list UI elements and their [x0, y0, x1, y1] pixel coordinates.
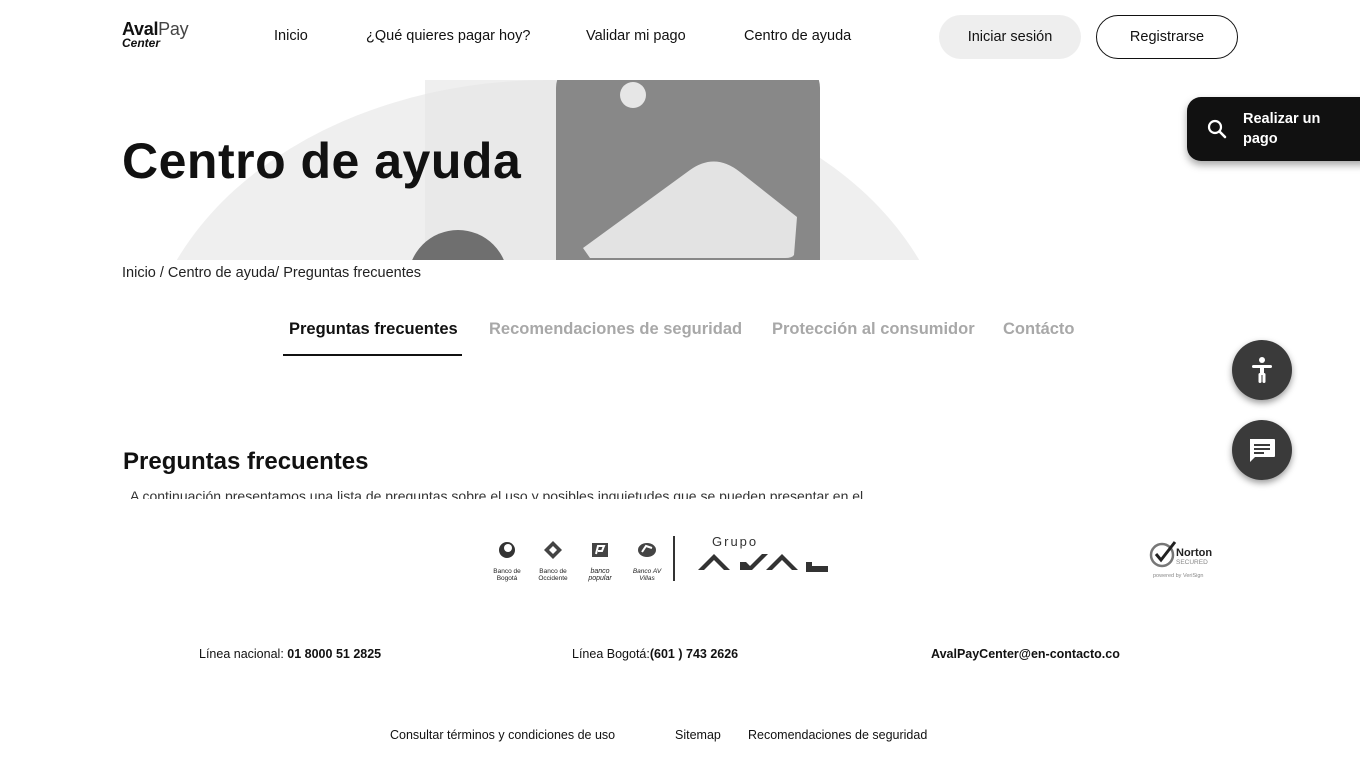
avalpay-logo[interactable]: AvalPay Center	[122, 19, 198, 52]
nav-centro-ayuda[interactable]: Centro de ayuda	[744, 28, 851, 44]
norton-secured-badge: Norton SECURED powered by VeriSign	[1149, 541, 1212, 579]
section-title: Preguntas frecuentes	[123, 448, 369, 475]
contact-national-label: Línea nacional:	[199, 647, 284, 661]
make-payment-button[interactable]: Realizar un pago	[1187, 97, 1360, 161]
accessibility-button[interactable]	[1232, 340, 1292, 400]
logo-pay: Pay	[158, 19, 189, 39]
tab-contacto[interactable]: Contácto	[1003, 320, 1075, 339]
tab-preguntas-frecuentes[interactable]: Preguntas frecuentes	[289, 320, 458, 339]
contact-national-value[interactable]: 01 8000 51 2825	[287, 647, 381, 661]
contact-email: AvalPayCenter@en-contacto.co	[931, 647, 1120, 661]
accessibility-icon	[1252, 357, 1272, 383]
search-icon	[1207, 119, 1227, 139]
footer-link-sitemap[interactable]: Sitemap	[675, 728, 721, 742]
chat-button[interactable]	[1232, 420, 1292, 480]
bank-popular-name: banco popular	[588, 568, 612, 582]
grupo-aval-label: Grupo	[712, 534, 759, 549]
tab-recomendaciones-seguridad[interactable]: Recomendaciones de seguridad	[489, 320, 742, 339]
contact-bogota-value[interactable]: (601 ) 743 2626	[650, 647, 738, 661]
contact-email-value[interactable]: AvalPayCenter@en-contacto.co	[931, 647, 1120, 661]
contact-bogota-label: Línea Bogotá:	[572, 647, 650, 661]
site-header: AvalPay Center Inicio ¿Qué quieres pagar…	[0, 0, 1360, 80]
norton-secured: SECURED	[1176, 559, 1208, 566]
bank-bogota-name: Banco de Bogotá	[493, 568, 521, 582]
make-payment-label: Realizar un pago	[1243, 111, 1321, 147]
banks-divider	[673, 536, 675, 581]
bank-avvillas-name: Banco AV Villas	[632, 568, 662, 582]
bank-avvillas-logo: Banco AV Villas	[627, 540, 667, 582]
hero-banner: Centro de ayuda	[0, 80, 1360, 260]
grupo-aval-logo	[698, 554, 828, 572]
register-button[interactable]: Registrarse	[1096, 15, 1238, 59]
bank-avvillas-icon	[638, 543, 656, 557]
norton-powered: powered by VeriSign	[1153, 573, 1203, 579]
footer-link-terms[interactable]: Consultar términos y condiciones de uso	[390, 728, 615, 742]
bank-popular-logo: banco popular	[580, 540, 620, 582]
bank-bogota-icon	[499, 542, 515, 558]
chat-icon	[1250, 439, 1275, 462]
bank-bogota-logo: Banco de Bogotá	[487, 540, 527, 582]
bank-popular-icon	[592, 543, 608, 557]
nav-inicio[interactable]: Inicio	[274, 28, 308, 44]
bank-occidente-icon	[544, 541, 562, 559]
section-intro: A continuación presentamos una lista de …	[130, 488, 864, 499]
nav-que-quieres-pagar[interactable]: ¿Qué quieres pagar hoy?	[366, 28, 530, 44]
contact-bogota: Línea Bogotá:(601 ) 743 2626	[572, 647, 738, 661]
nav-validar-pago[interactable]: Validar mi pago	[586, 28, 686, 44]
breadcrumb: Inicio / Centro de ayuda/ Preguntas frec…	[122, 265, 422, 281]
tab-proteccion-consumidor[interactable]: Protección al consumidor	[772, 320, 975, 339]
section-intro-container: A continuación presentamos una lista de …	[130, 486, 930, 499]
contact-national: Línea nacional: 01 8000 51 2825	[199, 647, 381, 661]
login-button[interactable]: Iniciar sesión	[939, 15, 1081, 59]
footer-link-security[interactable]: Recomendaciones de seguridad	[748, 728, 927, 742]
norton-name: Norton	[1176, 547, 1212, 559]
page-title: Centro de ayuda	[122, 133, 522, 189]
bank-occidente-logo: Banco de Occidente	[533, 540, 573, 582]
active-tab-indicator	[283, 354, 462, 356]
bank-occidente-name: Banco de Occidente	[538, 568, 568, 582]
